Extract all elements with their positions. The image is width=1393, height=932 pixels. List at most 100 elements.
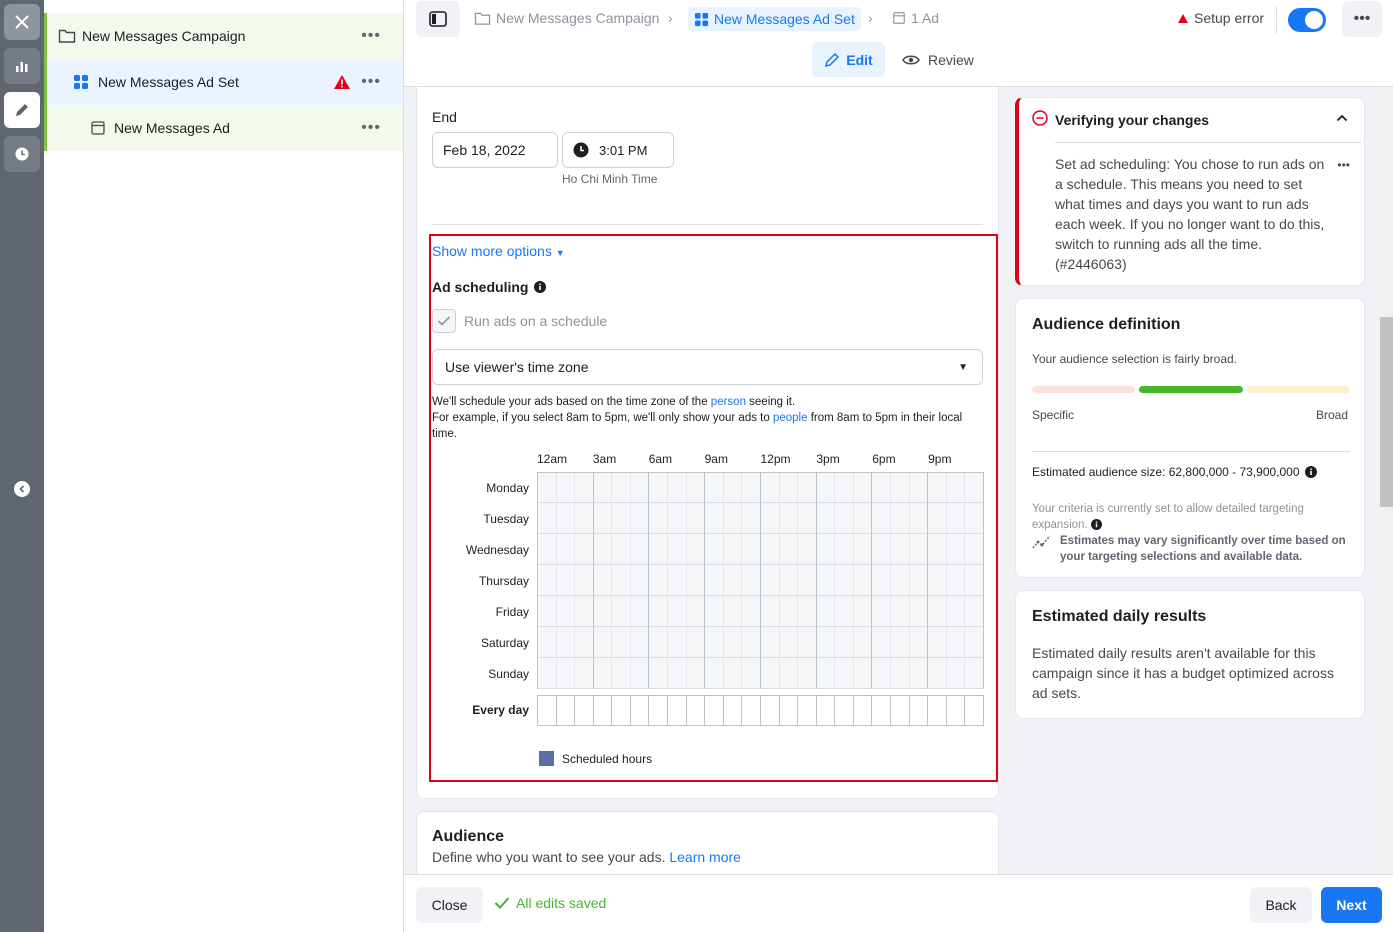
chart-icon[interactable] — [4, 48, 40, 84]
schedule-cell[interactable] — [649, 565, 669, 596]
schedule-cell[interactable] — [556, 565, 576, 596]
schedule-cell[interactable] — [890, 596, 910, 627]
schedule-cell[interactable] — [835, 627, 854, 658]
schedule-cell[interactable] — [630, 503, 650, 534]
schedule-cell[interactable] — [742, 503, 761, 534]
every-day-cell[interactable] — [853, 696, 873, 725]
every-day-cell[interactable] — [909, 696, 929, 725]
schedule-cell[interactable] — [760, 596, 780, 627]
adset-on-off-toggle[interactable] — [1288, 8, 1326, 32]
schedule-cell[interactable] — [853, 565, 873, 596]
schedule-cell[interactable] — [890, 627, 910, 658]
schedule-cell[interactable] — [705, 627, 724, 658]
schedule-cell[interactable] — [630, 473, 650, 503]
schedule-cell[interactable] — [946, 473, 966, 503]
schedule-cell[interactable] — [686, 627, 706, 658]
schedule-cell[interactable] — [593, 565, 613, 596]
every-day-cell[interactable] — [723, 696, 743, 725]
schedule-cell[interactable] — [575, 473, 594, 503]
schedule-cell[interactable] — [816, 503, 836, 534]
schedule-cell[interactable] — [928, 503, 947, 534]
more-options-icon[interactable]: ••• — [361, 73, 381, 91]
schedule-cell[interactable] — [723, 534, 743, 565]
info-icon[interactable] — [1090, 519, 1102, 531]
scrollbar-thumb[interactable] — [1380, 317, 1393, 507]
every-day-cell[interactable] — [686, 696, 706, 725]
close-button[interactable]: Close — [416, 887, 483, 923]
every-day-label[interactable]: Every day — [429, 703, 529, 717]
every-day-cell[interactable] — [556, 696, 576, 725]
next-button[interactable]: Next — [1321, 887, 1382, 923]
schedule-cell[interactable] — [835, 503, 854, 534]
schedule-cell[interactable] — [705, 503, 724, 534]
schedule-row[interactable] — [537, 565, 984, 596]
schedule-cell[interactable] — [668, 534, 687, 565]
schedule-cell[interactable] — [872, 627, 891, 658]
every-day-cell[interactable] — [816, 696, 836, 725]
schedule-cell[interactable] — [779, 596, 799, 627]
schedule-cell[interactable] — [965, 565, 984, 596]
schedule-cell[interactable] — [723, 627, 743, 658]
schedule-cell[interactable] — [909, 534, 929, 565]
info-icon[interactable] — [534, 281, 547, 293]
schedule-cell[interactable] — [686, 565, 706, 596]
back-button[interactable]: Back — [1250, 887, 1312, 923]
schedule-cell[interactable] — [742, 658, 761, 689]
schedule-cell[interactable] — [649, 596, 669, 627]
schedule-cell[interactable] — [853, 534, 873, 565]
schedule-cell[interactable] — [649, 503, 669, 534]
schedule-cell[interactable] — [760, 534, 780, 565]
schedule-cell[interactable] — [668, 658, 687, 689]
schedule-cell[interactable] — [928, 596, 947, 627]
schedule-cell[interactable] — [556, 473, 576, 503]
chevron-up-icon[interactable] — [1336, 114, 1348, 122]
schedule-cell[interactable] — [556, 596, 576, 627]
tree-item-ad[interactable]: New Messages Ad ••• — [44, 105, 403, 151]
schedule-cell[interactable] — [835, 473, 854, 503]
schedule-cell[interactable] — [556, 627, 576, 658]
every-day-cell[interactable] — [649, 696, 669, 725]
schedule-row[interactable] — [537, 658, 984, 689]
schedule-row[interactable] — [537, 503, 984, 534]
schedule-cell[interactable] — [872, 596, 891, 627]
tree-item-campaign[interactable]: New Messages Campaign ••• — [44, 13, 403, 59]
every-day-cell[interactable] — [798, 696, 817, 725]
every-day-cell[interactable] — [872, 696, 891, 725]
schedule-cell[interactable] — [909, 596, 929, 627]
schedule-cell[interactable] — [686, 658, 706, 689]
schedule-cell[interactable] — [538, 503, 557, 534]
schedule-cell[interactable] — [538, 534, 557, 565]
every-day-cell[interactable] — [946, 696, 966, 725]
schedule-cell[interactable] — [723, 503, 743, 534]
schedule-cell[interactable] — [575, 565, 594, 596]
schedule-cell[interactable] — [649, 627, 669, 658]
every-day-cell[interactable] — [612, 696, 631, 725]
schedule-cell[interactable] — [853, 627, 873, 658]
day-label[interactable]: Saturday — [429, 636, 529, 650]
schedule-cell[interactable] — [686, 503, 706, 534]
day-label[interactable]: Tuesday — [429, 512, 529, 526]
schedule-cell[interactable] — [760, 627, 780, 658]
schedule-cell[interactable] — [835, 565, 854, 596]
schedule-cell[interactable] — [630, 534, 650, 565]
schedule-cell[interactable] — [835, 534, 854, 565]
schedule-cell[interactable] — [593, 503, 613, 534]
schedule-cell[interactable] — [705, 473, 724, 503]
schedule-cell[interactable] — [538, 596, 557, 627]
schedule-cell[interactable] — [872, 565, 891, 596]
schedule-cell[interactable] — [612, 596, 631, 627]
schedule-cell[interactable] — [723, 596, 743, 627]
schedule-cell[interactable] — [612, 534, 631, 565]
schedule-cell[interactable] — [649, 534, 669, 565]
schedule-cell[interactable] — [946, 503, 966, 534]
schedule-cell[interactable] — [705, 658, 724, 689]
schedule-cell[interactable] — [649, 473, 669, 503]
schedule-cell[interactable] — [890, 534, 910, 565]
schedule-cell[interactable] — [575, 658, 594, 689]
schedule-cell[interactable] — [909, 658, 929, 689]
schedule-cell[interactable] — [816, 596, 836, 627]
schedule-cell[interactable] — [556, 534, 576, 565]
every-day-cell[interactable] — [668, 696, 687, 725]
schedule-cell[interactable] — [798, 627, 817, 658]
schedule-cell[interactable] — [890, 473, 910, 503]
